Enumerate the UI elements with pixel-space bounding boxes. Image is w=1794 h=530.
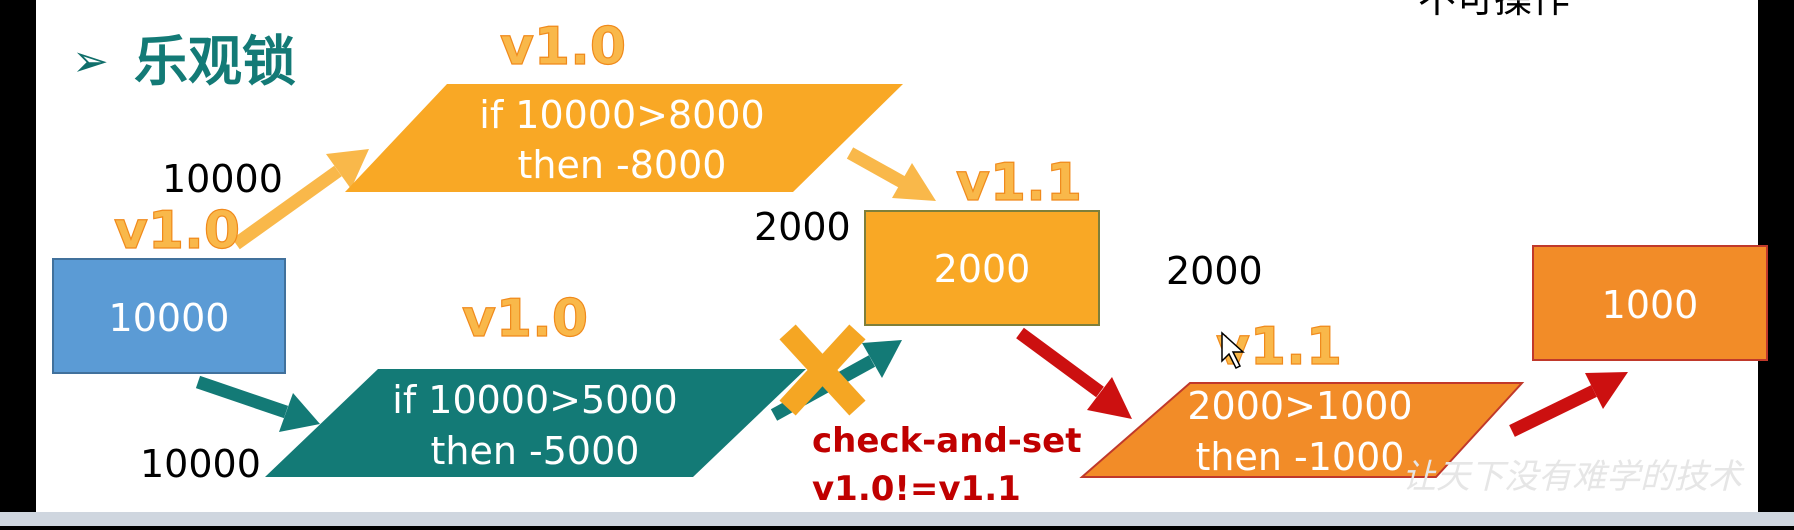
right-operation-line2: then -1000 — [1196, 435, 1405, 479]
start-version-label: v1.0 — [114, 201, 240, 261]
cas-label-line1: check-and-set — [812, 421, 1081, 461]
upper-operation-version: v1.0 — [500, 17, 626, 77]
watermark: 让天下没有难学的技术 — [1402, 457, 1745, 497]
top-right-text: 不可操作 — [1418, 0, 1570, 21]
right-operation-line1: 2000>1000 — [1187, 384, 1412, 428]
upper-operation-line2: then -8000 — [518, 143, 727, 187]
upper-operation-line1: if 10000>8000 — [479, 93, 764, 137]
lower-operation-line1: if 10000>5000 — [392, 378, 677, 422]
bullet-arrow-icon: ➢ — [72, 36, 109, 87]
mid-version-label: v1.1 — [956, 153, 1082, 213]
slide-stage: 不可操作 ➢ 乐观锁 10000 v1.0 if 10000>8000 then… — [0, 0, 1794, 526]
lower-read-value: 10000 — [140, 442, 261, 486]
final-balance-value: 1000 — [1602, 283, 1699, 327]
mid-result-label: 2000 — [754, 205, 851, 249]
upper-read-value: 10000 — [162, 157, 283, 201]
mid-balance-value: 2000 — [934, 247, 1031, 291]
slide-title: 乐观锁 — [134, 30, 296, 93]
taskbar-strip — [0, 512, 1794, 526]
lower-operation-line2: then -5000 — [431, 429, 640, 473]
optimistic-lock-diagram: 不可操作 ➢ 乐观锁 10000 v1.0 if 10000>8000 then… — [0, 0, 1794, 526]
right-read-value: 2000 — [1166, 249, 1263, 293]
lower-operation-version: v1.0 — [462, 289, 588, 349]
start-balance-value: 10000 — [109, 296, 230, 340]
cas-label-line2: v1.0!=v1.1 — [812, 469, 1021, 509]
